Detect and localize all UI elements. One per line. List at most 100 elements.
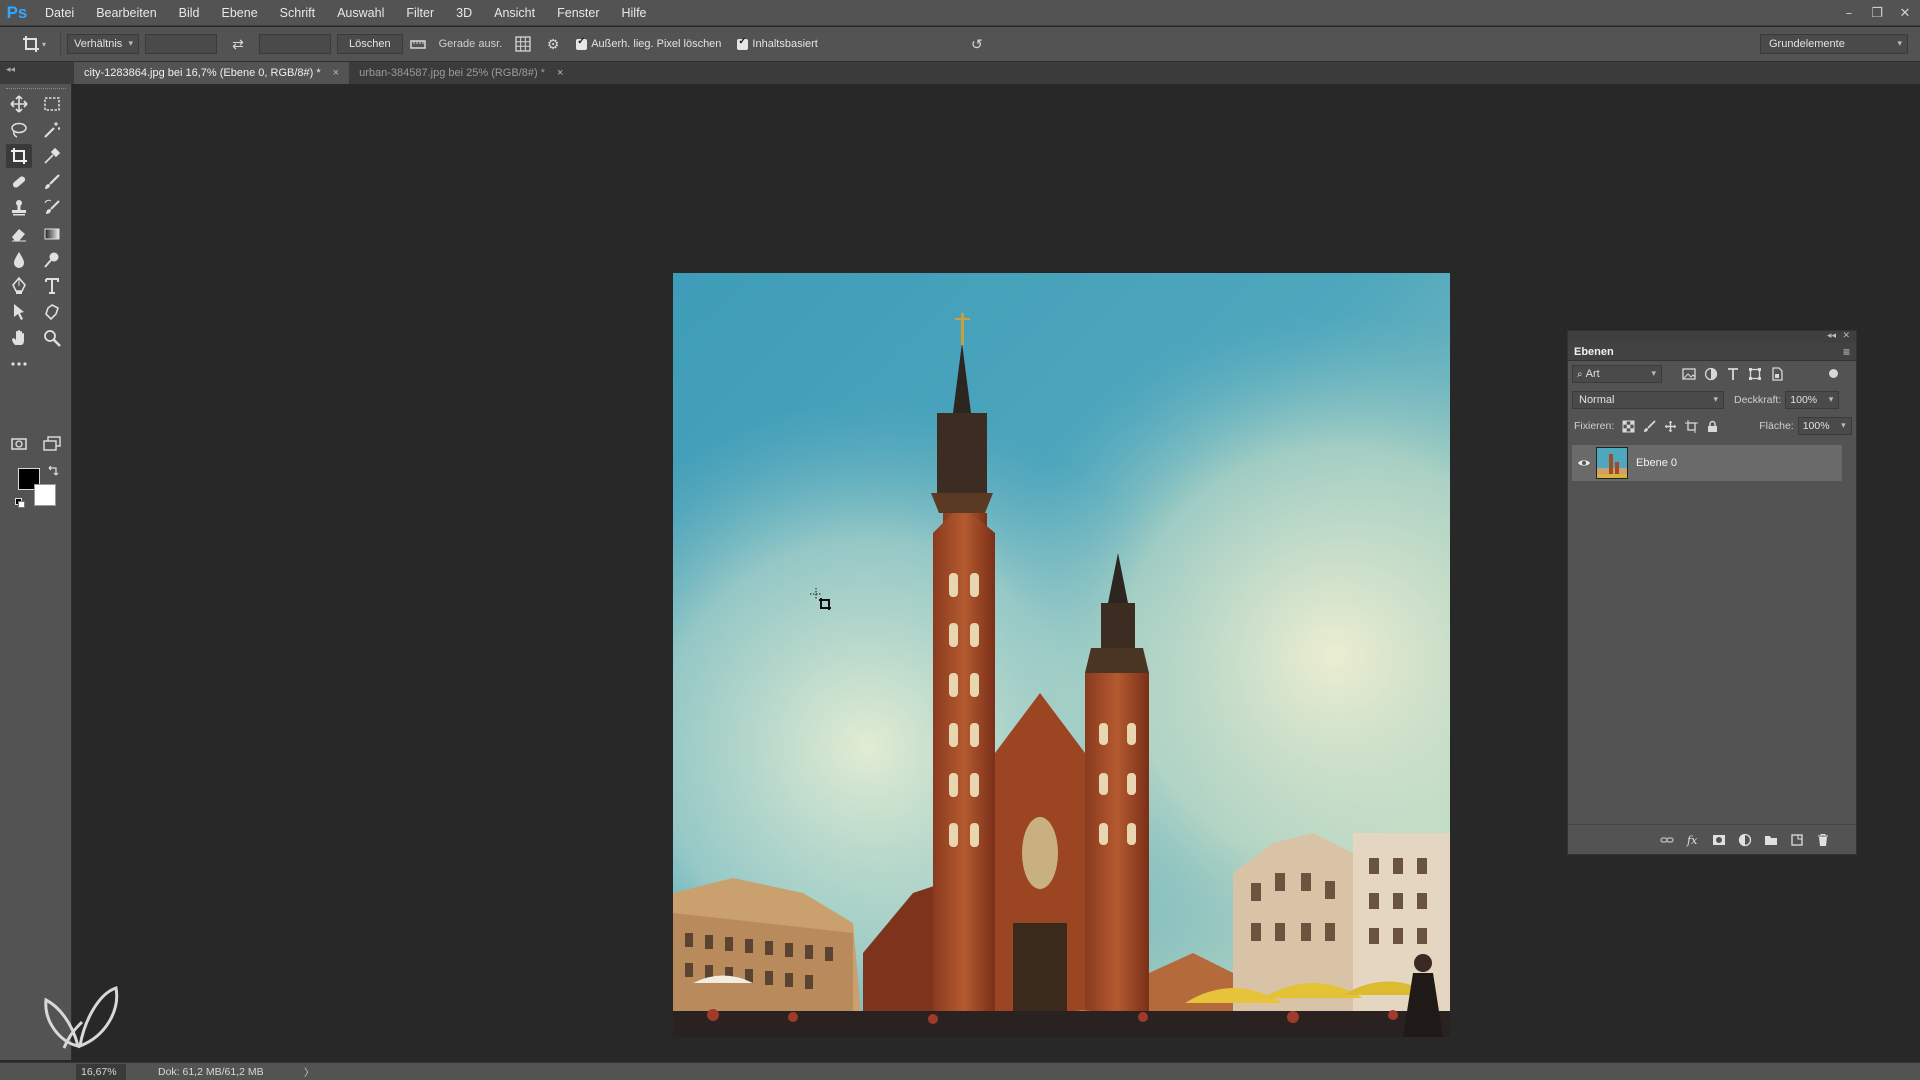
tab-city-1283864[interactable]: city-1283864.jpg bei 16,7% (Ebene 0, RGB…: [74, 62, 350, 84]
menu-ansicht[interactable]: Ansicht: [483, 6, 546, 20]
tool-preset-picker[interactable]: ▾: [14, 27, 54, 62]
lock-all-icon[interactable]: [1706, 420, 1719, 433]
pixel-layer-filter-icon[interactable]: [1682, 367, 1696, 381]
type-icon[interactable]: [39, 274, 65, 298]
lock-artboard-icon[interactable]: [1685, 419, 1699, 433]
shape-layer-filter-icon[interactable]: [1748, 367, 1762, 381]
delete-layer-icon[interactable]: [1816, 833, 1830, 847]
close-icon[interactable]: ✕: [1842, 330, 1850, 341]
overlay-grid-icon[interactable]: [512, 33, 534, 55]
lock-transparency-icon[interactable]: [1622, 420, 1635, 433]
tab-layers[interactable]: Ebenen: [1574, 346, 1614, 358]
menu-fenster[interactable]: Fenster: [546, 6, 610, 20]
magic-wand-icon[interactable]: [39, 118, 65, 142]
background-color-swatch[interactable]: [34, 484, 56, 506]
dodge-icon[interactable]: [39, 248, 65, 272]
type-layer-filter-icon[interactable]: [1726, 367, 1740, 381]
blend-mode-select[interactable]: Normal ▾: [1572, 391, 1724, 409]
lock-pixels-icon[interactable]: [1643, 419, 1656, 433]
history-brush-icon[interactable]: [39, 196, 65, 220]
gear-icon[interactable]: ⚙: [542, 33, 564, 55]
close-button[interactable]: ✕: [1898, 6, 1912, 21]
visibility-toggle[interactable]: [1572, 458, 1596, 468]
minimize-button[interactable]: –: [1842, 6, 1856, 21]
clear-button[interactable]: Löschen: [337, 34, 403, 54]
right-panel-dock: [1902, 84, 1920, 1062]
fx-icon[interactable]: fx: [1686, 833, 1700, 847]
close-icon[interactable]: ×: [557, 67, 563, 79]
add-mask-icon[interactable]: [1712, 833, 1726, 847]
status-bar: 16,67% Dok: 61,2 MB/61,2 MB 〉: [0, 1062, 1920, 1080]
menu-filter[interactable]: Filter: [395, 6, 445, 20]
zoom-icon[interactable]: [39, 326, 65, 350]
ratio-select[interactable]: Verhältnis ▾: [67, 34, 139, 54]
crop-icon[interactable]: [6, 144, 32, 168]
smart-object-filter-icon[interactable]: [1770, 367, 1784, 381]
healing-brush-icon[interactable]: [6, 170, 32, 194]
quick-mask-icon[interactable]: [6, 432, 32, 456]
restore-button[interactable]: ❐: [1870, 6, 1884, 21]
menu-bild[interactable]: Bild: [168, 6, 211, 20]
filter-toggle-icon[interactable]: [1829, 369, 1838, 378]
move-icon[interactable]: [6, 92, 32, 116]
brush-icon[interactable]: [39, 170, 65, 194]
menu-datei[interactable]: Datei: [34, 6, 85, 20]
reset-icon[interactable]: ↺: [966, 33, 988, 55]
content-aware-checkbox[interactable]: Inhaltsbasiert: [737, 36, 818, 50]
document-image[interactable]: [673, 273, 1450, 1037]
link-layers-icon[interactable]: [1660, 833, 1674, 847]
tab-urban-384587[interactable]: urban-384587.jpg bei 25% (RGB/8#) * ×: [349, 62, 573, 84]
ratio-width-input[interactable]: [145, 34, 217, 54]
marquee-icon[interactable]: [39, 92, 65, 116]
pen-icon[interactable]: [6, 274, 32, 298]
menu-auswahl[interactable]: Auswahl: [326, 6, 395, 20]
blur-icon[interactable]: [6, 248, 32, 272]
path-selection-icon[interactable]: [6, 300, 32, 324]
delete-cropped-pixels-checkbox[interactable]: Außerh. lieg. Pixel löschen: [576, 36, 721, 50]
new-adjustment-layer-icon[interactable]: [1738, 833, 1752, 847]
collapse-panels-icon[interactable]: ◂◂: [0, 62, 74, 84]
clone-stamp-icon[interactable]: [6, 196, 32, 220]
blend-mode-value: Normal: [1579, 394, 1615, 406]
butterfly-watermark-icon: [44, 986, 119, 1049]
close-icon[interactable]: ×: [333, 67, 339, 79]
layer-filter-row: ⌕ Art ▾: [1568, 361, 1856, 387]
chevron-down-icon: ▾: [1713, 394, 1718, 404]
custom-shape-icon[interactable]: [39, 300, 65, 324]
ratio-height-input[interactable]: [259, 34, 331, 54]
toolbox-grip[interactable]: [6, 88, 66, 90]
swap-colors-icon[interactable]: [47, 466, 59, 478]
hand-icon[interactable]: [6, 326, 32, 350]
eye-icon: [1578, 460, 1590, 466]
menu-3d[interactable]: 3D: [445, 6, 483, 20]
menu-bearbeiten[interactable]: Bearbeiten: [85, 6, 167, 20]
new-group-icon[interactable]: [1764, 833, 1778, 847]
workspace-select[interactable]: Grundelemente ▾: [1760, 34, 1908, 54]
menu-ebene[interactable]: Ebene: [211, 6, 269, 20]
status-menu-arrow[interactable]: 〉: [304, 1064, 314, 1079]
eraser-icon[interactable]: [6, 222, 32, 246]
more-tools-icon[interactable]: [6, 352, 32, 376]
lock-position-icon[interactable]: [1664, 420, 1677, 433]
swap-dimensions-icon[interactable]: ⇄: [227, 33, 249, 55]
straighten-icon[interactable]: [407, 33, 429, 55]
gradient-icon[interactable]: [39, 222, 65, 246]
collapse-panel-icon[interactable]: ◂◂: [1827, 330, 1836, 341]
menu-schrift[interactable]: Schrift: [269, 6, 326, 20]
fill-field[interactable]: 100% ▾: [1797, 417, 1852, 435]
screen-mode-icon[interactable]: [39, 432, 65, 456]
panel-menu-icon[interactable]: ≡: [1843, 345, 1850, 359]
default-colors-icon[interactable]: [15, 498, 25, 508]
layer-row[interactable]: Ebene 0: [1572, 445, 1842, 481]
layer-name[interactable]: Ebene 0: [1636, 457, 1677, 469]
lasso-icon[interactable]: [6, 118, 32, 142]
adjustment-layer-filter-icon[interactable]: [1704, 367, 1718, 381]
fill-label: Fläche:: [1759, 420, 1794, 432]
layer-kind-filter[interactable]: ⌕ Art ▾: [1572, 365, 1662, 383]
menu-hilfe[interactable]: Hilfe: [611, 6, 658, 20]
new-layer-icon[interactable]: [1790, 833, 1804, 847]
eyedropper-icon[interactable]: [39, 144, 65, 168]
zoom-level-field[interactable]: 16,67%: [76, 1063, 126, 1080]
opacity-label: Deckkraft:: [1734, 394, 1782, 406]
opacity-field[interactable]: 100% ▾: [1785, 391, 1840, 409]
